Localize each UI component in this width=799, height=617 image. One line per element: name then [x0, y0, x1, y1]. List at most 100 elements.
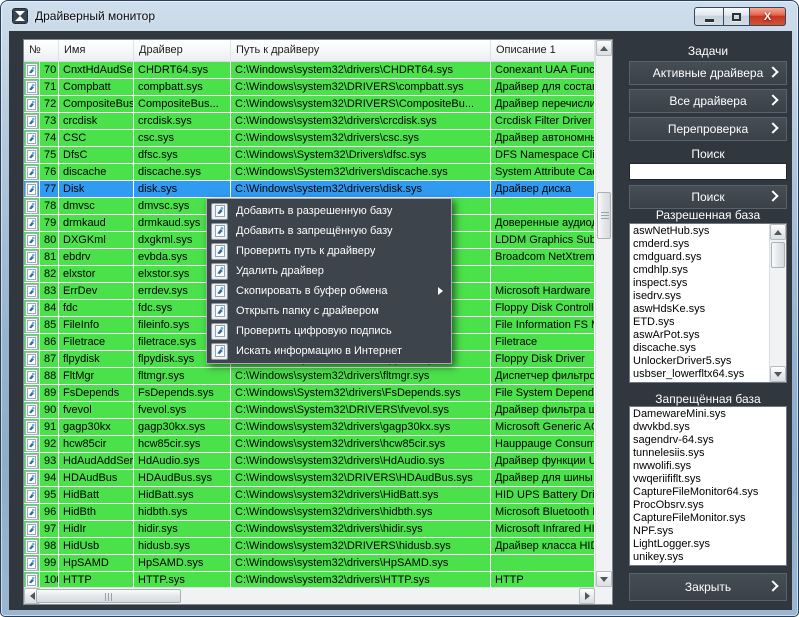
table-row[interactable]: 71Compbattcompbatt.sysC:\Windows\system3… [24, 79, 595, 96]
table-row[interactable]: 98HidUsbhidusb.sysC:\Windows\system32\DR… [24, 538, 595, 555]
table-row[interactable]: 72CompositeBusCompositeBus...C:\Windows\… [24, 96, 595, 113]
list-item[interactable]: sagendrv-64.sys [633, 434, 786, 447]
banned-db-list[interactable]: DamewareMini.sysdwvkbd.syssagendrv-64.sy… [629, 406, 787, 566]
context-menu-item[interactable]: Добавить в разрешенную базу [207, 201, 451, 221]
column-header[interactable]: № [24, 40, 59, 61]
context-menu-item[interactable]: Удалить драйвер [207, 261, 451, 281]
table-row[interactable]: 96HidBthhidbth.sysC:\Windows\system32\dr… [24, 504, 595, 521]
list-item[interactable]: NPF.sys [633, 525, 786, 538]
table-row[interactable]: 89FsDependsFsDepends.sysC:\Windows\Syste… [24, 385, 595, 402]
driver-file-icon [215, 205, 225, 217]
list-item[interactable]: ProcObsrv.sys [633, 499, 786, 512]
context-menu-item[interactable]: Проверить цифровую подпись [207, 321, 451, 341]
context-menu-item[interactable]: Проверить путь к драйверу [207, 241, 451, 261]
list-item[interactable]: aswArPot.sys [633, 329, 767, 342]
table-row[interactable]: 77Diskdisk.sysC:\Windows\system32\driver… [24, 181, 595, 198]
table-row[interactable]: 70CnxtHdAudSe...CHDRT64.sysC:\Windows\sy… [24, 62, 595, 79]
row-number: 93 [40, 453, 59, 470]
row-number: 76 [40, 164, 59, 181]
table-vertical-scrollbar[interactable] [595, 40, 612, 587]
search-button[interactable]: Поиск [629, 185, 787, 209]
scroll-right-button[interactable] [579, 588, 595, 604]
list-item[interactable]: tunnelesiis.sys [633, 447, 786, 460]
context-menu-item[interactable]: Добавить в запрещённую базу [207, 221, 451, 241]
search-input[interactable] [629, 163, 787, 180]
list-item[interactable]: usbser_lowerfltx64.sys [633, 368, 767, 381]
list-item[interactable]: ETD.sys [633, 316, 767, 329]
table-row[interactable]: 95HidBattHidBatt.sysC:\Windows\system32\… [24, 487, 595, 504]
row-icon-cell [24, 538, 40, 555]
table-row[interactable]: 88FltMgrfltmgr.sysC:\Windows\system32\dr… [24, 368, 595, 385]
driver-description: Conexant UAA Functio [491, 62, 595, 79]
title-bar[interactable]: Драйверный монитор X [1, 1, 798, 31]
vertical-scroll-thumb[interactable] [771, 242, 785, 268]
row-icon-cell [24, 232, 40, 249]
table-row[interactable]: 92hcw85cirhcw85cir.sysC:\Windows\system3… [24, 436, 595, 453]
list-item[interactable]: unikey.sys [633, 551, 786, 564]
context-menu-item[interactable]: Скопировать в буфер обмена [207, 281, 451, 301]
all-drivers-button[interactable]: Все драйвера [629, 89, 787, 113]
table-row[interactable]: 76discachediscache.sysC:\Windows\System3… [24, 164, 595, 181]
driver-name: DfsC [59, 147, 134, 164]
vertical-scroll-thumb[interactable] [597, 192, 611, 239]
context-menu-item[interactable]: Открыть папку с драйвером [207, 301, 451, 321]
scroll-up-button[interactable] [596, 40, 612, 56]
table-horizontal-scrollbar[interactable] [24, 587, 595, 604]
driver-file-icon [25, 352, 38, 367]
list-item[interactable]: DamewareMini.sys [633, 408, 786, 421]
row-icon-cell [24, 164, 40, 181]
horizontal-scroll-thumb[interactable] [36, 589, 181, 603]
column-header[interactable]: Описание 1 [491, 40, 595, 61]
driver-path: C:\Windows\system32\drivers\HTTP.sys [231, 572, 491, 587]
scroll-down-button[interactable] [770, 366, 786, 382]
allowed-db-list[interactable]: aswNetHub.syscmderd.syscmdguard.syscmdhl… [629, 223, 787, 383]
list-item[interactable]: cmdhlp.sys [633, 264, 767, 277]
close-window-button[interactable]: X [750, 7, 786, 26]
column-header[interactable]: Имя [59, 40, 134, 61]
column-header[interactable]: Драйвер [134, 40, 231, 61]
list-item[interactable]: aswHdsKe.sys [633, 303, 767, 316]
list-item[interactable]: isedrv.sys [633, 290, 767, 303]
scroll-up-button[interactable] [770, 224, 786, 240]
context-menu-item[interactable]: Искать информацию в Интернет [207, 341, 451, 361]
table-row[interactable]: 97HidIrhidir.sysC:\Windows\system32\driv… [24, 521, 595, 538]
list-item[interactable]: UnlockerDriver5.sys [633, 355, 767, 368]
list-item[interactable]: cmderd.sys [633, 238, 767, 251]
driver-file-icon [25, 454, 38, 469]
row-icon-cell [24, 198, 40, 215]
driver-description: File Information FS Mi [491, 317, 595, 334]
list-item[interactable]: vwqeriififlt.sys [633, 473, 786, 486]
recheck-button[interactable]: Перепроверка [629, 117, 787, 141]
row-number: 77 [40, 181, 59, 198]
scroll-down-button[interactable] [596, 571, 612, 587]
list-item[interactable]: nwwolifi.sys [633, 460, 786, 473]
list-item[interactable]: cmdguard.sys [633, 251, 767, 264]
list-item[interactable]: aswNetHub.sys [633, 225, 767, 238]
list-item[interactable]: dwvkbd.sys [633, 421, 786, 434]
table-row[interactable]: 100HTTPHTTP.sysC:\Windows\system32\drive… [24, 572, 595, 587]
table-row[interactable]: 73crcdiskcrcdisk.sysC:\Windows\system32\… [24, 113, 595, 130]
menu-item-label: Искать информацию в Интернет [236, 345, 402, 357]
list-item[interactable]: discache.sys [633, 342, 767, 355]
list-item[interactable]: CaptureFileMonitor.sys [633, 512, 786, 525]
list-item[interactable]: LightLogger.sys [633, 538, 786, 551]
table-row[interactable]: 93HdAudAddSer...HdAudio.sysC:\Windows\sy… [24, 453, 595, 470]
column-header[interactable]: Путь к драйверу [231, 40, 491, 61]
table-row[interactable]: 75DfsCdfsc.sysC:\Windows\System32\Driver… [24, 147, 595, 164]
driver-file-icon [215, 305, 225, 317]
table-row[interactable]: 90fvevolfvevol.sysC:\Windows\System32\DR… [24, 402, 595, 419]
table-row[interactable]: 91gagp30kxgagp30kx.sysC:\Windows\system3… [24, 419, 595, 436]
driver-name: FltMgr [59, 368, 134, 385]
table-row[interactable]: 99HpSAMDHpSAMD.sysC:\Windows\system32\dr… [24, 555, 595, 572]
minimize-button[interactable] [694, 7, 724, 26]
table-row[interactable]: 74CSCcsc.sysC:\Windows\system32\drivers\… [24, 130, 595, 147]
table-row[interactable]: 94HDAudBusHDAudBus.sysC:\Windows\system3… [24, 470, 595, 487]
maximize-button[interactable] [724, 7, 750, 26]
close-app-button[interactable]: Закрыть [629, 573, 787, 601]
list-item[interactable]: inspect.sys [633, 277, 767, 290]
driver-file: HTTP.sys [134, 572, 231, 587]
row-icon-cell [24, 572, 40, 587]
list-item[interactable]: CaptureFileMonitor64.sys [633, 486, 786, 499]
active-drivers-button[interactable]: Активные драйвера [629, 61, 787, 85]
allowed-list-scrollbar[interactable] [769, 224, 786, 382]
